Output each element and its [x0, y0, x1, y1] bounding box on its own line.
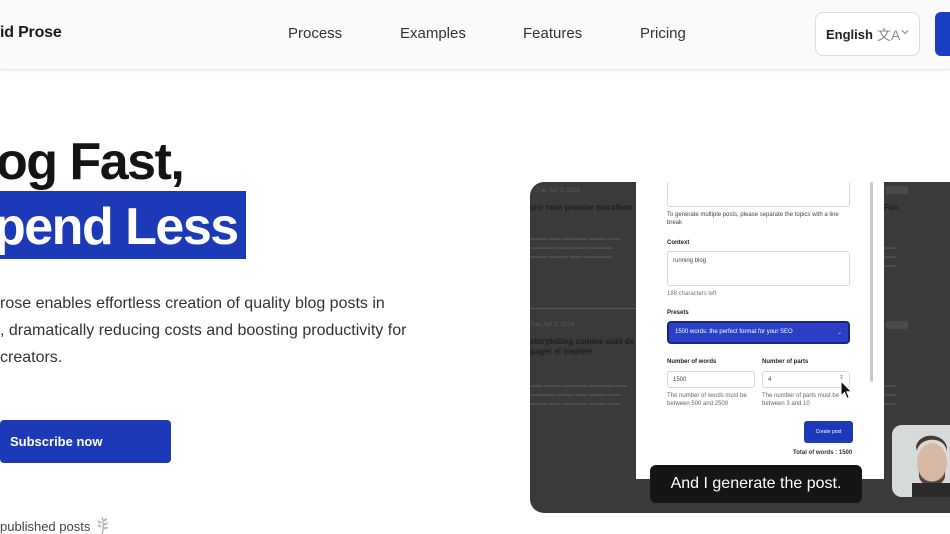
hero-description: rose enables effortless creation of qual…	[0, 290, 470, 371]
context-label: Context	[667, 240, 690, 246]
chars-left: 188 characters left	[667, 291, 717, 297]
nav-pricing[interactable]: Pricing	[640, 25, 686, 42]
bg-post-excerpt: ▬▬ ▬▬▬ ▬▬▬▬ ▬▬▬▬ ▬▬ ▬▬▬▬ ▬▬▬ ▬▬ ▬▬▬ ▬▬ ▬▬▬…	[530, 383, 627, 407]
demo-video[interactable]: Tue, Apr 2, 2024 urir mon premier marath…	[530, 182, 950, 513]
bg-post-date: Tue, Apr 2, 2024	[536, 188, 581, 194]
bg-post-title: urir mon premier marathon	[530, 203, 633, 212]
presets-label: Presets	[667, 310, 689, 316]
context-value: running blog	[673, 258, 707, 264]
bg-post-title: Fun	[884, 203, 899, 212]
preset-selected-value: 1500 words: the perfect format for your …	[675, 329, 793, 335]
words-input[interactable]: 1500	[667, 371, 755, 388]
topics-hint-line: break	[667, 220, 683, 226]
chevron-down-icon: ⌄	[836, 330, 842, 336]
presenter-face-icon	[892, 425, 950, 497]
language-label: English	[826, 27, 873, 42]
bg-post-date: Tue, Apr 2, 2024	[530, 322, 575, 328]
bg-blog-list-left: Tue, Apr 2, 2024 urir mon premier marath…	[530, 182, 643, 513]
bg-post-title: storytelling comme outil de le gager et …	[530, 337, 643, 357]
presenter-webcam	[892, 425, 950, 497]
topics-textarea[interactable]	[667, 182, 850, 207]
subscribe-button[interactable]: Subscribe now	[0, 420, 171, 463]
landing-page: id Prose Process Examples Features Prici…	[0, 0, 950, 534]
parts-hint-line: between 3 and 10	[762, 401, 810, 407]
hero-description-line: rose enables effortless creation of qual…	[0, 295, 385, 312]
words-hint-line: between 500 and 2500	[667, 401, 729, 407]
header-cta-button[interactable]	[935, 12, 950, 56]
top-navbar: id Prose Process Examples Features Prici…	[0, 0, 950, 70]
nav-features[interactable]: Features	[523, 25, 582, 42]
topics-hint-line: To generate multiple posts, please separ…	[667, 212, 839, 218]
presets-select[interactable]: 1500 words: the perfect format for your …	[667, 321, 850, 344]
bg-post-title-line: gager et inspirer	[530, 347, 593, 356]
chevron-down-icon	[901, 30, 909, 35]
bg-separator	[530, 308, 636, 309]
parts-input[interactable]: 4 ⇕	[762, 371, 850, 388]
nav-process[interactable]: Process	[288, 25, 342, 42]
hero-description-line: , dramatically reducing costs and boosti…	[0, 322, 407, 339]
bg-post-excerpt: ▬▬ ▬▬ ▬▬	[884, 383, 896, 407]
laurel-icon	[97, 516, 108, 534]
hero-description-line: creators.	[0, 349, 63, 366]
main-nav: Process Examples Features Pricing	[0, 25, 950, 45]
parts-value: 4	[768, 377, 772, 383]
topics-hint: To generate multiple posts, please separ…	[667, 211, 857, 227]
bg-post-excerpt: ▬▬ ▬▬ ▬▬	[884, 245, 896, 269]
context-textarea[interactable]: running blog	[667, 251, 850, 286]
total-words: Total of words : 1500	[793, 450, 853, 456]
translate-icon: 文A	[877, 27, 901, 43]
language-selector[interactable]: English 文A	[815, 12, 920, 56]
bg-tag	[886, 321, 908, 329]
words-value: 1500	[673, 377, 687, 383]
form-scrollbar[interactable]	[870, 182, 873, 382]
parts-label: Number of parts	[762, 359, 809, 365]
bg-tag	[886, 186, 908, 194]
bg-post-title-line: storytelling comme outil de le	[530, 337, 643, 346]
words-label: Number of words	[667, 359, 717, 365]
hero-title-line1: og Fast,	[0, 133, 185, 191]
video-caption: And I generate the post.	[650, 465, 862, 503]
words-hint: The number of words must be between 500 …	[667, 392, 757, 408]
mouse-cursor-icon	[840, 380, 853, 400]
bg-post-excerpt: ▬▬▬ ▬▬ ▬▬▬▬ ▬▬▬ ▬▬ ▬▬▬▬ ▬▬ ▬▬▬ ▬▬▬▬ ▬▬▬ ▬▬…	[530, 236, 621, 260]
create-post-button[interactable]: Create post	[804, 421, 853, 443]
words-hint-line: The number of words must be	[667, 393, 747, 399]
post-generator-form: To generate multiple posts, please separ…	[636, 182, 884, 479]
published-posts-label: published posts	[0, 519, 91, 534]
hero-title-line2: pend Less	[0, 198, 239, 256]
nav-examples[interactable]: Examples	[400, 25, 466, 42]
